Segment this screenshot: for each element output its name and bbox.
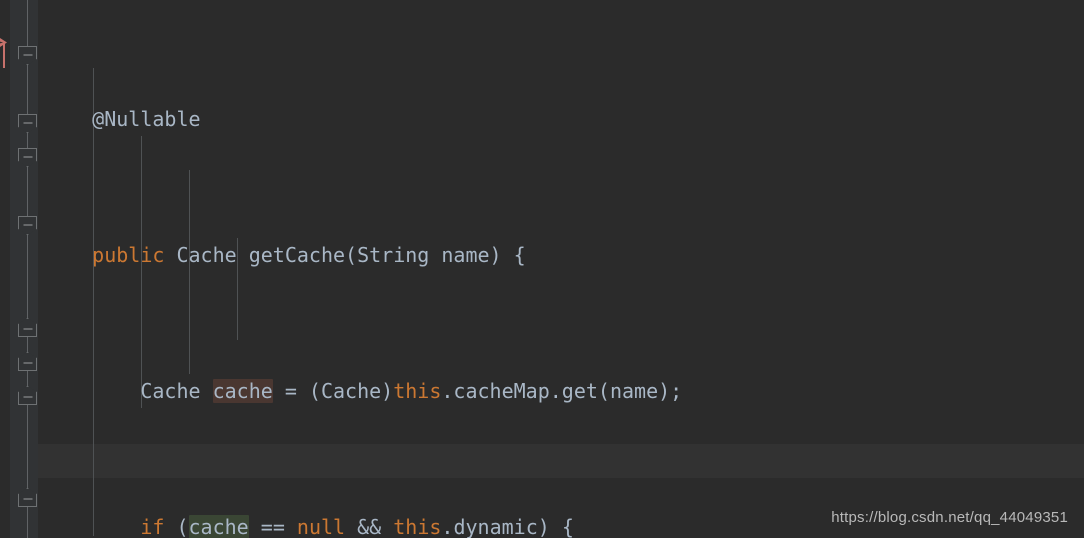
minus-icon <box>18 386 37 405</box>
keyword-this: this <box>393 379 442 403</box>
fold-marker-method-open[interactable] <box>18 46 37 65</box>
minus-icon <box>18 488 37 507</box>
declaration-type: Cache <box>44 379 213 403</box>
gutter-annotation-strip <box>0 0 10 538</box>
editor-gutter[interactable] <box>0 0 38 538</box>
fold-marker-if-open[interactable] <box>18 114 37 133</box>
minus-icon <box>18 46 37 65</box>
field-dynamic: .dynamic) { <box>441 515 574 538</box>
fold-marker-synchronized-close[interactable] <box>18 352 37 371</box>
run-method-arrow-icon[interactable] <box>0 38 7 68</box>
code-line-2[interactable]: public Cache getCache(String name) { <box>38 238 1084 272</box>
fold-marker-inner-if-open[interactable] <box>18 216 37 235</box>
keyword-this: this <box>393 515 442 538</box>
fold-marker-method-close[interactable] <box>18 488 37 507</box>
code-line-1[interactable]: @Nullable <box>38 102 1084 136</box>
symbol-cache-write: cache <box>212 379 273 403</box>
assign-open: = (Cache) <box>272 379 394 403</box>
fold-marker-inner-if-close[interactable] <box>18 318 37 337</box>
keyword-null: null <box>296 515 346 538</box>
code-editor-screenshot: @Nullable public Cache getCache(String n… <box>0 0 1084 538</box>
minus-icon <box>18 318 37 337</box>
run-marker-stem <box>3 42 5 68</box>
keyword-public: public <box>92 243 165 267</box>
fold-rail-line <box>27 0 28 538</box>
fold-marker-if-close[interactable] <box>18 386 37 405</box>
minus-icon <box>18 148 37 167</box>
code-line-3[interactable]: Cache cache = (Cache)this.cacheMap.get(n… <box>38 374 1084 408</box>
comparison-op: == <box>248 515 297 538</box>
logical-and: && <box>345 515 394 538</box>
keyword-if: if <box>140 515 165 538</box>
symbol-cache-read: cache <box>188 515 249 538</box>
minus-icon <box>18 352 37 371</box>
annotation-nullable: @Nullable <box>44 107 201 131</box>
code-text-area[interactable]: @Nullable public Cache getCache(String n… <box>38 0 1084 538</box>
paren-open: ( <box>164 515 189 538</box>
minus-icon <box>18 114 37 133</box>
fold-marker-synchronized-open[interactable] <box>18 148 37 167</box>
watermark-url: https://blog.csdn.net/qq_44049351 <box>831 509 1068 526</box>
signature-rest: Cache getCache(String name) { <box>164 243 526 267</box>
minus-icon <box>18 216 37 235</box>
member-access: .cacheMap.get(name); <box>441 379 683 403</box>
